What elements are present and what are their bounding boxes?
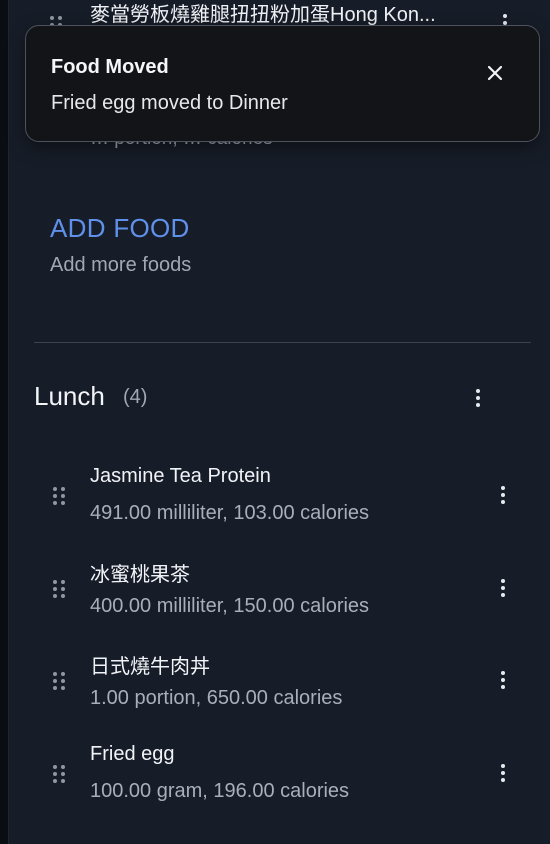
list-item[interactable]: Fried egg 100.00 gram, 196.00 calories [9,728,550,821]
meal-menu-button[interactable] [472,388,484,408]
food-name: Jasmine Tea Protein [90,465,271,487]
meal-header-lunch: Lunch (4) [34,378,524,418]
drag-handle-icon[interactable] [53,579,65,598]
food-detail: 1.00 portion, 650.00 calories [90,687,343,709]
food-name: 麥當勞板燒雞腿扭扭粉加蛋Hong Kon... [90,4,436,26]
drag-handle-icon[interactable] [53,672,65,690]
more-vertical-icon [501,671,505,689]
close-icon [487,65,503,81]
food-name: 日式燒牛肉丼 [90,656,210,678]
item-menu-button[interactable] [497,485,509,505]
food-detail: 400.00 milliliter, 150.00 calories [90,594,370,617]
item-menu-button[interactable] [497,763,509,783]
more-vertical-icon [501,486,505,504]
meal-title: Lunch [34,381,105,411]
toast-close-button[interactable] [481,59,509,87]
more-vertical-icon [476,389,480,407]
food-name: 冰蜜桃果茶 [90,563,190,586]
more-vertical-icon [501,578,505,597]
food-name: Fried egg [90,742,175,765]
app-frame: 麥當勞板燒雞腿扭扭粉加蛋Hong Kon... … portion, … cal… [0,0,550,844]
lunch-food-list: Jasmine Tea Protein 491.00 milliliter, 1… [9,450,550,820]
meal-item-count: (4) [123,386,148,408]
more-vertical-icon [501,763,505,782]
list-item[interactable]: 麥當勞板燒雞腿扭扭粉加蛋Hong Kon... [9,0,550,34]
list-item[interactable]: Jasmine Tea Protein 491.00 milliliter, 1… [9,450,550,543]
food-detail: 100.00 gram, 196.00 calories [90,779,350,802]
food-detail: 491.00 milliliter, 103.00 calories [90,502,370,524]
drag-handle-icon[interactable] [53,764,65,783]
list-item[interactable]: 日式燒牛肉丼 1.00 portion, 650.00 calories [9,635,550,728]
section-divider [34,342,531,343]
toast-notification: Food Moved Fried egg moved to Dinner [25,25,540,142]
item-menu-button[interactable] [497,670,509,690]
add-food-hint: Add more foods [50,254,192,276]
toast-title: Food Moved [51,56,169,78]
item-menu-button[interactable] [497,578,509,598]
toast-message: Fried egg moved to Dinner [51,92,288,114]
window-edge [0,0,9,844]
add-food-button[interactable]: ADD FOOD [50,213,190,244]
drag-handle-icon[interactable] [53,487,65,505]
list-item[interactable]: 冰蜜桃果茶 400.00 milliliter, 150.00 calories [9,543,550,636]
